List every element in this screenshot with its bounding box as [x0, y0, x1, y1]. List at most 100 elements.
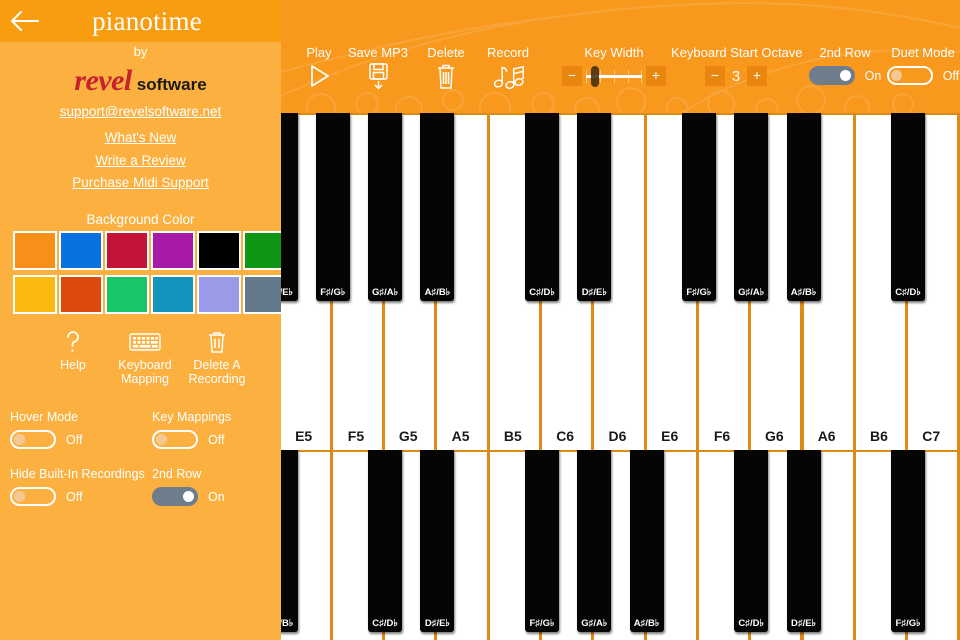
black-key[interactable]: C♯/D♭ [368, 450, 403, 632]
keyboard-icon [112, 328, 178, 358]
color-swatch-black[interactable] [197, 231, 241, 270]
record-label: Record [487, 45, 529, 60]
black-key[interactable]: D♯/E♭ [420, 450, 455, 632]
whats-new-link[interactable]: What's New [0, 130, 281, 145]
second-row-label: 2nd Row [152, 467, 202, 481]
color-swatch-dark-orange[interactable] [59, 275, 103, 314]
background-color-swatches [13, 231, 281, 318]
by-label: by [133, 44, 148, 59]
second-row-setting: 2nd Row On [152, 467, 225, 506]
delete-recording-button[interactable]: Delete A Recording [184, 328, 250, 386]
hover-mode-state: Off [66, 432, 83, 447]
key-width-slider-thumb[interactable] [590, 65, 599, 87]
color-swatch-green[interactable] [243, 231, 281, 270]
start-octave-label: Keyboard Start Octave [671, 45, 803, 60]
hover-mode-label: Hover Mode [10, 410, 79, 424]
write-review-link[interactable]: Write a Review [0, 153, 281, 168]
color-swatch-blue[interactable] [59, 231, 103, 270]
black-key-label: A♯/B♭ [424, 287, 451, 298]
save-mp3-button[interactable]: Save MP3 [339, 45, 417, 92]
black-key[interactable]: F♯/G♭ [315, 113, 350, 301]
duet-mode-toggle[interactable] [886, 66, 933, 85]
white-key-label: E5 [295, 428, 313, 444]
black-key[interactable]: F♯/G♭ [681, 113, 716, 301]
color-swatch-slate[interactable] [243, 275, 281, 314]
back-arrow-icon[interactable] [8, 6, 42, 36]
color-swatch-magenta[interactable] [151, 231, 195, 270]
key-width-slider[interactable] [586, 65, 642, 87]
white-key-label: F6 [713, 428, 731, 444]
black-key[interactable]: D♯/E♭ [577, 113, 612, 301]
record-button[interactable]: Record [474, 45, 542, 92]
color-swatch-periwinkle[interactable] [197, 275, 241, 314]
black-key-label: C♯/D♭ [738, 618, 764, 629]
white-key-label: A5 [451, 428, 470, 444]
delete-button[interactable]: Delete [416, 45, 476, 92]
white-key-label: A6 [817, 428, 836, 444]
white-key-label: F5 [347, 428, 365, 444]
hide-recordings-state: Off [66, 489, 83, 504]
color-swatch-amber[interactable] [13, 275, 57, 314]
toolbar-second-row-toggle[interactable] [808, 66, 855, 85]
support-email-link[interactable]: support@revelsoftware.net [0, 104, 281, 119]
black-key-label: G♯/A♭ [372, 287, 399, 298]
black-key-label: F♯/G♭ [529, 618, 555, 629]
trash-icon [184, 328, 250, 358]
black-key[interactable]: A♯/B♭ [281, 450, 298, 632]
start-octave-value: 3 [731, 67, 741, 85]
keyboard-mapping-button[interactable]: Keyboard Mapping [112, 328, 178, 386]
start-octave-control: Keyboard Start Octave − 3 + [671, 45, 803, 86]
black-key[interactable]: C♯/D♭ [891, 113, 926, 301]
black-key[interactable]: A♯/B♭ [786, 113, 821, 301]
top-toolbar: Play Save MP3 Delete Record Key Width − … [281, 0, 960, 113]
hide-recordings-label: Hide Built-In Recordings [10, 467, 145, 481]
purchase-midi-link[interactable]: Purchase Midi Support [0, 175, 281, 190]
white-key-label: G5 [398, 428, 418, 444]
black-key-label: C♯/D♭ [895, 287, 921, 298]
black-key[interactable]: D♯/E♭ [281, 113, 298, 301]
duet-mode-control: Duet Mode Off [873, 45, 960, 85]
key-width-plus-button[interactable]: + [646, 66, 666, 86]
black-key[interactable]: F♯/G♭ [891, 450, 926, 632]
color-swatch-orange[interactable] [13, 231, 57, 270]
brand-name: revel [74, 64, 132, 97]
color-swatch-crimson[interactable] [105, 231, 149, 270]
black-key[interactable]: C♯/D♭ [525, 113, 559, 301]
help-button[interactable]: Help [40, 328, 106, 386]
duet-mode-label: Duet Mode [891, 45, 955, 60]
key-mappings-label: Key Mappings [152, 410, 232, 424]
delete-label: Delete [427, 45, 465, 60]
play-label: Play [306, 45, 332, 60]
question-mark-icon [40, 328, 106, 358]
white-key-label: G6 [764, 428, 784, 444]
app-window: pianotime by revel software support@revel… [0, 0, 960, 640]
black-key[interactable]: G♯/A♭ [368, 113, 403, 301]
black-key[interactable]: A♯/B♭ [420, 113, 455, 301]
start-octave-plus-button[interactable]: + [747, 66, 767, 86]
music-notes-icon [474, 62, 542, 92]
key-mappings-state: Off [208, 432, 225, 447]
color-swatch-teal[interactable] [151, 275, 195, 314]
black-key-label: D♯/E♭ [281, 287, 294, 298]
keyboard-row-1: E5 F5 G5 A5 B5 C6 D6 E6 F6 G6 A6 B6 C7 D♯/E♭ F♯/G♭ G♯/A… [281, 113, 960, 450]
start-octave-minus-button[interactable]: − [705, 66, 725, 86]
black-key[interactable]: D♯/E♭ [786, 450, 821, 632]
second-row-toggle[interactable] [152, 487, 198, 506]
black-key[interactable]: C♯/D♭ [734, 450, 769, 632]
color-swatch-emerald[interactable] [105, 275, 149, 314]
hide-recordings-toggle[interactable] [10, 487, 56, 506]
key-width-minus-button[interactable]: − [562, 66, 582, 86]
black-key-label: F♯/G♭ [895, 618, 921, 629]
white-key-label: C7 [922, 428, 941, 444]
hover-mode-toggle[interactable] [10, 430, 56, 449]
black-key[interactable]: F♯/G♭ [525, 450, 559, 632]
brand-logo: revel software [0, 64, 281, 98]
play-triangle-icon [296, 62, 342, 92]
key-mappings-toggle[interactable] [152, 430, 198, 449]
black-key[interactable]: G♯/A♭ [577, 450, 612, 632]
black-key[interactable]: A♯/B♭ [629, 450, 664, 632]
black-key[interactable]: G♯/A♭ [734, 113, 769, 301]
black-key-label: A♯/B♭ [790, 287, 817, 298]
white-key-label: E6 [661, 428, 679, 444]
play-button[interactable]: Play [296, 45, 342, 92]
